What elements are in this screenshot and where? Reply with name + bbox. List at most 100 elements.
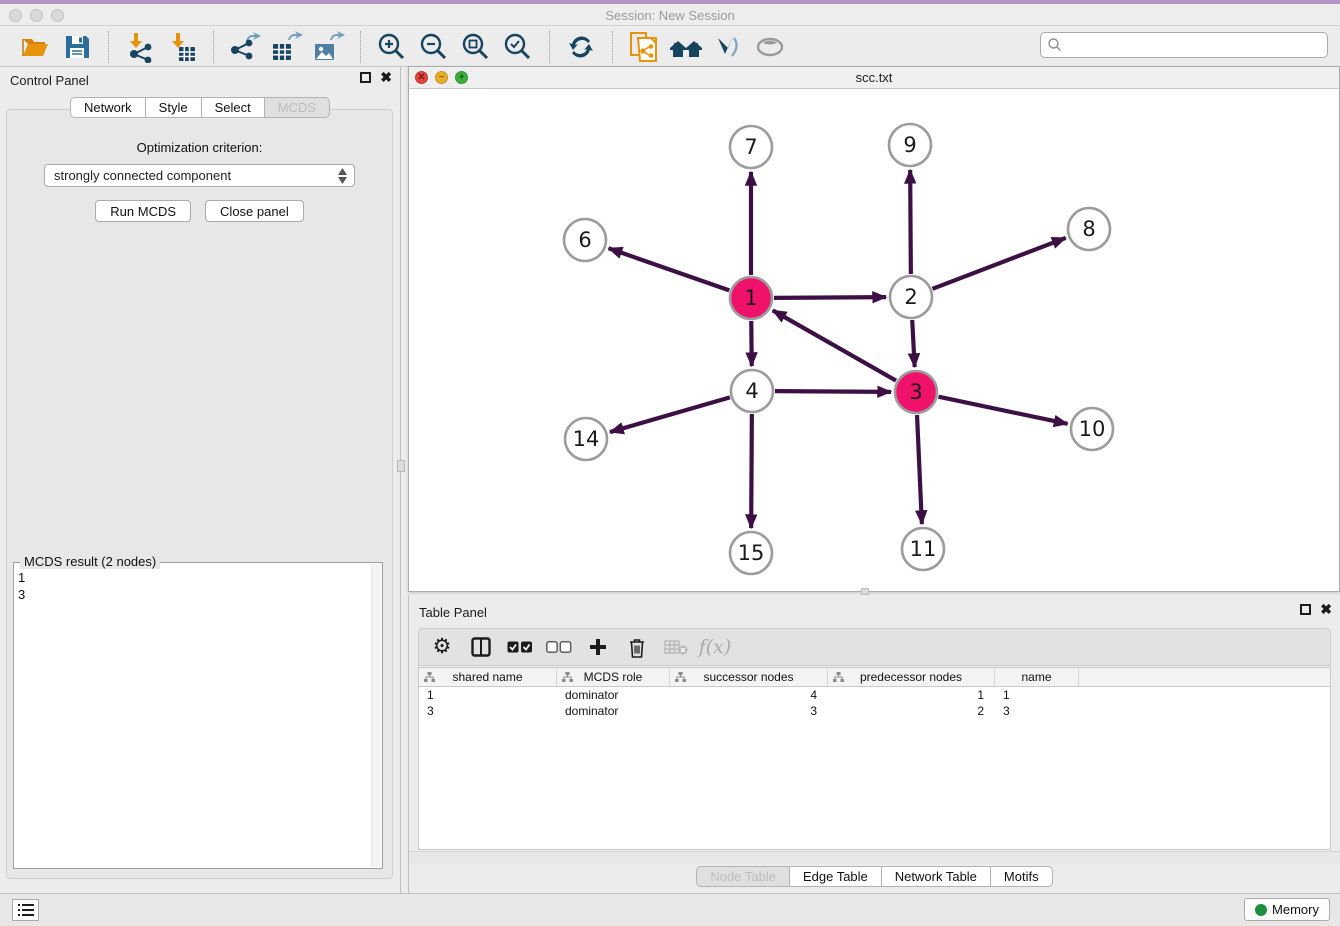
select-all-icon[interactable]	[507, 633, 533, 661]
cell-mcds-role[interactable]: dominator	[557, 703, 670, 719]
tab-network[interactable]: Network	[70, 97, 146, 118]
edge-2-3[interactable]	[912, 320, 914, 367]
cell-shared-name[interactable]: 3	[419, 703, 557, 719]
search-field[interactable]	[1040, 32, 1328, 58]
table-header-row: shared nameMCDS rolesuccessor nodesprede…	[419, 668, 1330, 687]
network-canvas[interactable]: 7 9 6 8 1 2 4 3 14 10 15 11	[409, 89, 1339, 591]
export-network-icon[interactable]	[224, 30, 266, 64]
tab-style[interactable]: Style	[145, 97, 202, 118]
close-panel-icon[interactable]: ✖	[380, 72, 392, 83]
toolbar-separator	[360, 31, 361, 63]
edge-1-2[interactable]	[774, 297, 886, 298]
cell-name[interactable]: 3	[995, 703, 1079, 719]
export-image-icon[interactable]	[308, 30, 350, 64]
cell-predecessor-nodes[interactable]: 2	[828, 703, 995, 719]
close-panel-button[interactable]: Close panel	[205, 200, 304, 222]
mcds-result-text[interactable]: 1 3	[18, 569, 368, 864]
title-bar: Session: New Session	[0, 0, 1340, 26]
memory-button[interactable]: Memory	[1244, 898, 1330, 921]
apply-layout-icon[interactable]	[560, 30, 602, 64]
edge-1-6[interactable]	[609, 248, 730, 290]
graph-node-9[interactable]: 9	[889, 124, 931, 166]
graph-node-4[interactable]: 4	[731, 370, 773, 412]
add-row-icon[interactable]	[585, 633, 611, 661]
tab-network-table[interactable]: Network Table	[881, 866, 991, 887]
column-header-name[interactable]: name	[995, 668, 1079, 686]
edge-4-3[interactable]	[775, 391, 891, 392]
svg-text:7: 7	[744, 135, 757, 159]
graph-node-14[interactable]: 14	[565, 418, 607, 460]
apply-style-icon[interactable]	[707, 30, 749, 64]
main-toolbar	[0, 27, 1340, 67]
delete-table-icon[interactable]	[663, 633, 689, 661]
zoom-out-icon[interactable]	[413, 30, 455, 64]
edge-3-1[interactable]	[773, 310, 896, 380]
svg-text:9: 9	[903, 133, 916, 157]
tab-edge-table[interactable]: Edge Table	[789, 866, 882, 887]
tab-node-table[interactable]: Node Table	[696, 866, 790, 887]
search-input[interactable]	[1063, 38, 1327, 53]
run-mcds-button[interactable]: Run MCDS	[95, 200, 191, 222]
cell-successor-nodes[interactable]: 3	[670, 703, 828, 719]
divider-grip[interactable]	[397, 460, 405, 472]
edge-3-10[interactable]	[939, 397, 1068, 424]
import-network-icon[interactable]	[119, 30, 161, 64]
gear-icon[interactable]: ⚙	[429, 633, 455, 661]
graph-node-6[interactable]: 6	[564, 219, 606, 261]
canvas-grip[interactable]	[861, 588, 869, 595]
column-header-successor-nodes[interactable]: successor nodes	[670, 668, 828, 686]
network-view-window: ✕ − + scc.txt 7968124314101511	[408, 66, 1340, 592]
open-session-icon[interactable]	[14, 30, 56, 64]
close-table-panel-icon[interactable]: ✖	[1320, 604, 1332, 615]
cell-predecessor-nodes[interactable]: 1	[828, 687, 995, 703]
toolbar-separator	[108, 31, 109, 63]
graph-node-2[interactable]: 2	[890, 276, 932, 318]
columns-icon[interactable]	[468, 633, 494, 661]
result-scrollbar[interactable]	[371, 564, 381, 867]
edge-2-8[interactable]	[932, 238, 1065, 289]
svg-text:8: 8	[1082, 217, 1095, 241]
column-header-shared-name[interactable]: shared name	[419, 668, 557, 686]
home-icon[interactable]	[665, 30, 707, 64]
graph-node-11[interactable]: 11	[902, 528, 944, 570]
cell-mcds-role[interactable]: dominator	[557, 687, 670, 703]
zoom-fit-icon[interactable]	[455, 30, 497, 64]
graph-node-7[interactable]: 7	[730, 126, 772, 168]
graph-node-15[interactable]: 15	[730, 532, 772, 574]
cell-name[interactable]: 1	[995, 687, 1079, 703]
float-table-panel-icon[interactable]	[1300, 604, 1311, 615]
tab-select[interactable]: Select	[201, 97, 265, 118]
tab-mcds[interactable]: MCDS	[264, 97, 330, 118]
edge-2-9[interactable]	[910, 170, 911, 274]
zoom-selected-icon[interactable]	[497, 30, 539, 64]
export-table-icon[interactable]	[266, 30, 308, 64]
list-icon	[18, 903, 34, 917]
task-history-button[interactable]	[12, 899, 39, 921]
table-row[interactable]: 1dominator411	[419, 687, 1330, 703]
edge-3-11[interactable]	[917, 415, 922, 524]
column-header-predecessor-nodes[interactable]: predecessor nodes	[828, 668, 995, 686]
deselect-all-icon[interactable]	[546, 633, 572, 661]
cell-successor-nodes[interactable]: 4	[670, 687, 828, 703]
graph-node-1[interactable]: 1	[730, 277, 772, 319]
import-table-icon[interactable]	[161, 30, 203, 64]
tab-motifs[interactable]: Motifs	[990, 866, 1053, 887]
cell-shared-name[interactable]: 1	[419, 687, 557, 703]
float-panel-icon[interactable]	[360, 72, 371, 83]
show-hide-icon[interactable]	[749, 30, 791, 64]
function-builder-icon[interactable]: f(x)	[702, 633, 728, 661]
mcds-result-box: MCDS result (2 nodes) 1 3	[13, 562, 383, 869]
network-from-file-icon[interactable]	[623, 30, 665, 64]
save-session-icon[interactable]	[56, 30, 98, 64]
edge-4-15[interactable]	[751, 414, 752, 528]
table-row[interactable]: 3dominator323	[419, 703, 1330, 719]
graph-node-3[interactable]: 3	[895, 371, 937, 413]
edge-4-14[interactable]	[610, 397, 730, 432]
graph-node-8[interactable]: 8	[1068, 208, 1110, 250]
column-header-mcds-role[interactable]: MCDS role	[557, 668, 670, 686]
zoom-in-icon[interactable]	[371, 30, 413, 64]
delete-icon[interactable]	[624, 633, 650, 661]
graph-node-10[interactable]: 10	[1071, 408, 1113, 450]
criterion-dropdown[interactable]: strongly connected component	[44, 164, 355, 187]
table-tabs: Node TableEdge TableNetwork TableMotifs	[409, 866, 1340, 887]
